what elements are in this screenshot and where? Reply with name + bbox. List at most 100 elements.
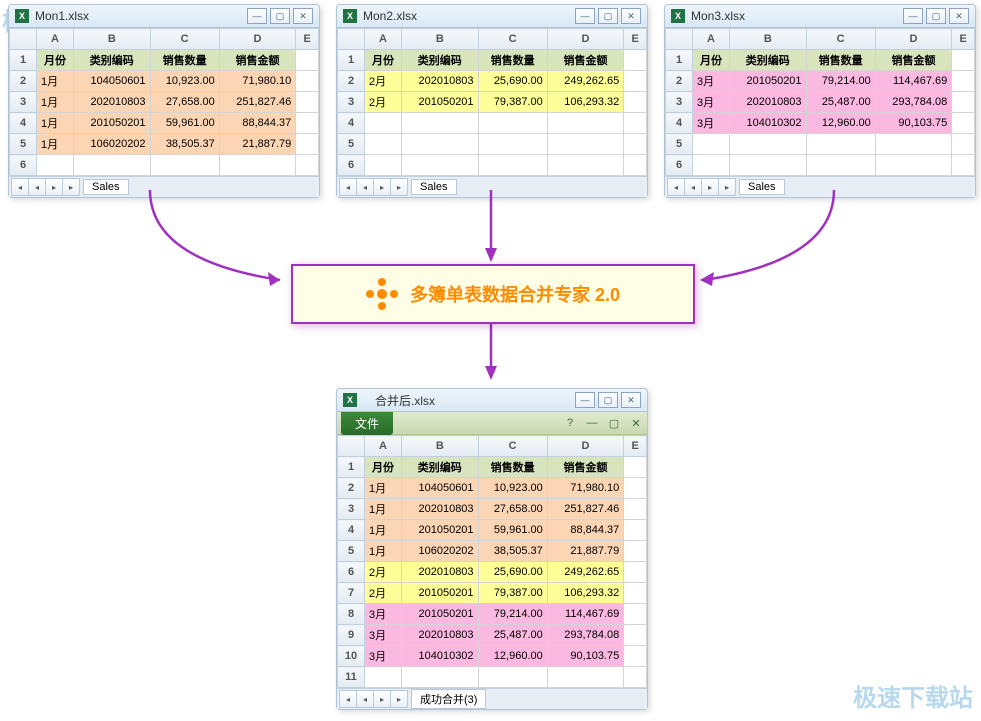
- row-header[interactable]: 6: [338, 155, 365, 176]
- col-header[interactable]: C: [478, 29, 547, 50]
- minimize-button[interactable]: —: [247, 8, 267, 24]
- col-header[interactable]: C: [806, 29, 875, 50]
- row-header[interactable]: 9: [338, 625, 365, 646]
- row-header[interactable]: 3: [666, 92, 693, 113]
- row-header[interactable]: 7: [338, 583, 365, 604]
- row-header[interactable]: 11: [338, 667, 365, 688]
- data-cell[interactable]: 79,214.00: [478, 604, 547, 625]
- data-cell[interactable]: 1月: [37, 134, 74, 155]
- col-header[interactable]: B: [730, 29, 807, 50]
- header-cell[interactable]: 销售数量: [478, 457, 547, 478]
- col-header[interactable]: D: [219, 29, 296, 50]
- data-cell[interactable]: 104010302: [402, 646, 479, 667]
- col-header[interactable]: E: [952, 29, 975, 50]
- data-cell[interactable]: 3月: [693, 113, 730, 134]
- titlebar[interactable]: X Mon1.xlsx — ▢ ✕: [9, 5, 319, 28]
- col-header[interactable]: B: [402, 436, 479, 457]
- spreadsheet-grid[interactable]: ABCDE1月份类别编码销售数量销售金额21月10405060110,923.0…: [337, 435, 647, 688]
- sheet-tab[interactable]: Sales: [83, 179, 129, 195]
- data-cell[interactable]: 12,960.00: [806, 113, 875, 134]
- data-cell[interactable]: 106020202: [74, 134, 151, 155]
- data-cell[interactable]: 10,923.00: [478, 478, 547, 499]
- minimize-button[interactable]: —: [575, 8, 595, 24]
- col-header[interactable]: A: [365, 436, 402, 457]
- col-header[interactable]: C: [150, 29, 219, 50]
- data-cell[interactable]: 27,658.00: [150, 92, 219, 113]
- data-cell[interactable]: 251,827.46: [219, 92, 296, 113]
- sheet-tab[interactable]: Sales: [411, 179, 457, 195]
- data-cell[interactable]: 104010302: [730, 113, 807, 134]
- data-cell[interactable]: 1月: [37, 71, 74, 92]
- data-cell[interactable]: 1月: [37, 113, 74, 134]
- close-button[interactable]: ✕: [621, 8, 641, 24]
- data-cell[interactable]: 251,827.46: [547, 499, 624, 520]
- row-header[interactable]: 5: [338, 134, 365, 155]
- help-icon[interactable]: ?: [561, 414, 579, 432]
- data-cell[interactable]: 114,467.69: [547, 604, 624, 625]
- data-cell[interactable]: 88,844.37: [219, 113, 296, 134]
- row-header[interactable]: 1: [10, 50, 37, 71]
- col-header[interactable]: B: [74, 29, 151, 50]
- header-cell[interactable]: 销售金额: [219, 50, 296, 71]
- data-cell[interactable]: 12,960.00: [478, 646, 547, 667]
- data-cell[interactable]: 202010803: [402, 499, 479, 520]
- data-cell[interactable]: 293,784.08: [875, 92, 952, 113]
- row-header[interactable]: 3: [338, 499, 365, 520]
- data-cell[interactable]: 2月: [365, 562, 402, 583]
- data-cell[interactable]: 88,844.37: [547, 520, 624, 541]
- data-cell[interactable]: 2月: [365, 92, 402, 113]
- data-cell[interactable]: 25,487.00: [478, 625, 547, 646]
- ribbon[interactable]: 文件 ? — ▢ ✕: [337, 412, 647, 435]
- row-header[interactable]: 2: [10, 71, 37, 92]
- restore-icon[interactable]: ▢: [605, 414, 623, 432]
- data-cell[interactable]: 25,690.00: [478, 71, 547, 92]
- data-cell[interactable]: 106020202: [402, 541, 479, 562]
- data-cell[interactable]: 25,487.00: [806, 92, 875, 113]
- col-header[interactable]: E: [624, 29, 647, 50]
- data-cell[interactable]: 25,690.00: [478, 562, 547, 583]
- data-cell[interactable]: 1月: [365, 499, 402, 520]
- header-cell[interactable]: 类别编码: [402, 457, 479, 478]
- data-cell[interactable]: 202010803: [402, 625, 479, 646]
- row-header[interactable]: 6: [338, 562, 365, 583]
- row-header[interactable]: 4: [10, 113, 37, 134]
- row-header[interactable]: 5: [10, 134, 37, 155]
- data-cell[interactable]: 3月: [365, 625, 402, 646]
- data-cell[interactable]: 71,980.10: [547, 478, 624, 499]
- row-header[interactable]: 1: [338, 457, 365, 478]
- row-header[interactable]: 6: [666, 155, 693, 176]
- file-button[interactable]: 文件: [341, 412, 393, 435]
- data-cell[interactable]: 106,293.32: [547, 583, 624, 604]
- maximize-button[interactable]: ▢: [598, 392, 618, 408]
- data-cell[interactable]: 79,387.00: [478, 583, 547, 604]
- sheet-nav[interactable]: ◂◂▸▸: [339, 178, 407, 196]
- data-cell[interactable]: 71,980.10: [219, 71, 296, 92]
- data-cell[interactable]: 3月: [365, 646, 402, 667]
- data-cell[interactable]: 106,293.32: [547, 92, 624, 113]
- data-cell[interactable]: 202010803: [402, 71, 479, 92]
- spreadsheet-grid[interactable]: ABCDE1月份类别编码销售数量销售金额23月20105020179,214.0…: [665, 28, 975, 176]
- row-header[interactable]: 4: [338, 113, 365, 134]
- close-button[interactable]: ✕: [293, 8, 313, 24]
- data-cell[interactable]: 1月: [365, 478, 402, 499]
- data-cell[interactable]: 2月: [365, 71, 402, 92]
- data-cell[interactable]: 10,923.00: [150, 71, 219, 92]
- data-cell[interactable]: 201050201: [402, 520, 479, 541]
- data-cell[interactable]: 201050201: [402, 604, 479, 625]
- header-cell[interactable]: 月份: [693, 50, 730, 71]
- data-cell[interactable]: 21,887.79: [219, 134, 296, 155]
- data-cell[interactable]: 27,658.00: [478, 499, 547, 520]
- row-header[interactable]: 4: [338, 520, 365, 541]
- row-header[interactable]: 10: [338, 646, 365, 667]
- row-header[interactable]: 8: [338, 604, 365, 625]
- row-header[interactable]: 3: [10, 92, 37, 113]
- minimize-button[interactable]: —: [903, 8, 923, 24]
- close-button[interactable]: ✕: [949, 8, 969, 24]
- col-header[interactable]: A: [693, 29, 730, 50]
- data-cell[interactable]: 79,214.00: [806, 71, 875, 92]
- header-cell[interactable]: 月份: [365, 457, 402, 478]
- spreadsheet-grid[interactable]: ABCDE1月份类别编码销售数量销售金额22月20201080325,690.0…: [337, 28, 647, 176]
- row-header[interactable]: 4: [666, 113, 693, 134]
- header-cell[interactable]: 销售数量: [806, 50, 875, 71]
- col-header[interactable]: D: [875, 29, 952, 50]
